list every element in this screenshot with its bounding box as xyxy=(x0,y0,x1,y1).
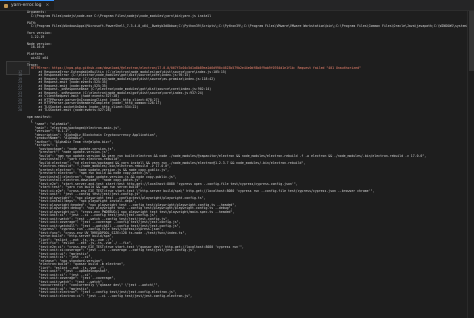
line-text: win32 x64 xyxy=(27,55,49,60)
line-text: C:\Program Files\nodejs\node.exe C:\Prog… xyxy=(27,13,212,18)
editor-content[interactable]: Arguments: C:\Program Files\nodejs\node.… xyxy=(0,10,474,318)
tab-yarn-error-log[interactable]: yarn-error.log × xyxy=(0,0,55,10)
close-icon[interactable]: × xyxy=(45,3,49,8)
code-line: "test:unit:electron:ci": "jest --ci --co… xyxy=(0,293,474,299)
line-text: C:\Program Files\WindowsApps\Microsoft.P… xyxy=(27,24,474,28)
line-text: 18.16.0 xyxy=(27,45,45,49)
log-file-icon xyxy=(4,3,9,8)
scrollbar-thumb[interactable] xyxy=(469,11,474,71)
line-text: at TLSSocket.emit (node:events:527:28) xyxy=(27,108,112,112)
tab-title: yarn-error.log xyxy=(11,3,42,8)
tab-bar: yarn-error.log × xyxy=(0,0,474,11)
line-text: "test:unit:electron:ci": "jest --ci --co… xyxy=(27,293,193,298)
line-text: 1.22.19 xyxy=(27,34,45,39)
editor-window: yarn-error.log × Arguments: C:\Program F… xyxy=(0,0,474,318)
